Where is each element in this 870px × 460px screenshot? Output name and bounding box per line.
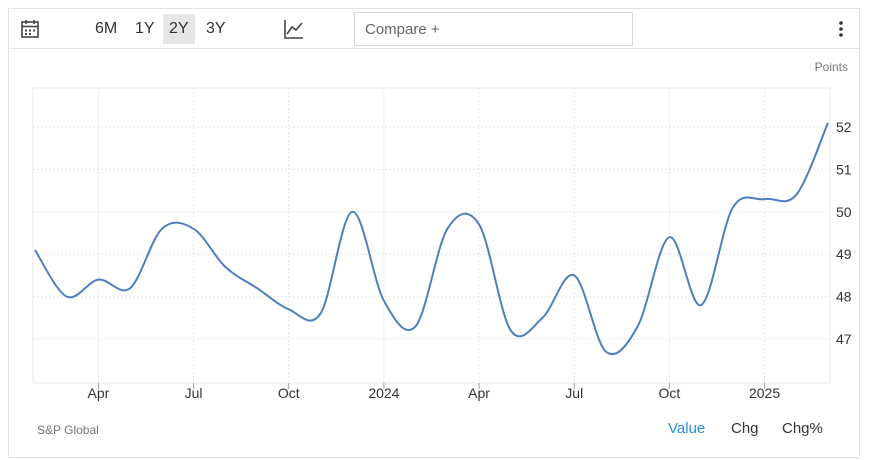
x-tick-label: 2025 (749, 385, 780, 401)
y-tick-label: 49 (836, 246, 852, 262)
y-tick-label: 47 (836, 331, 852, 347)
chg-percent-mode-button[interactable]: Chg% (782, 420, 823, 437)
y-tick-label: 52 (836, 119, 852, 135)
y-tick-label: 50 (836, 204, 852, 220)
chg-mode-button[interactable]: Chg (731, 420, 759, 437)
line-chart: 47 48 49 50 51 52 Apr Jul Oct 2024 Apr Jul Oct 2025 (32, 87, 852, 401)
x-tick-label: Apr (468, 385, 490, 401)
value-mode-button[interactable]: Value (668, 420, 705, 437)
source-label: S&P Global (37, 423, 99, 437)
y-tick-label: 51 (836, 161, 852, 177)
x-tick-label: Jul (185, 385, 203, 401)
x-tick-label: Jul (565, 385, 583, 401)
y-tick-label: 48 (836, 289, 852, 305)
x-tick-label: Oct (278, 385, 300, 401)
x-tick-label: Apr (88, 385, 110, 401)
x-tick-label: 2024 (368, 385, 399, 401)
series-line (34, 122, 829, 356)
x-tick-label: Oct (659, 385, 681, 401)
